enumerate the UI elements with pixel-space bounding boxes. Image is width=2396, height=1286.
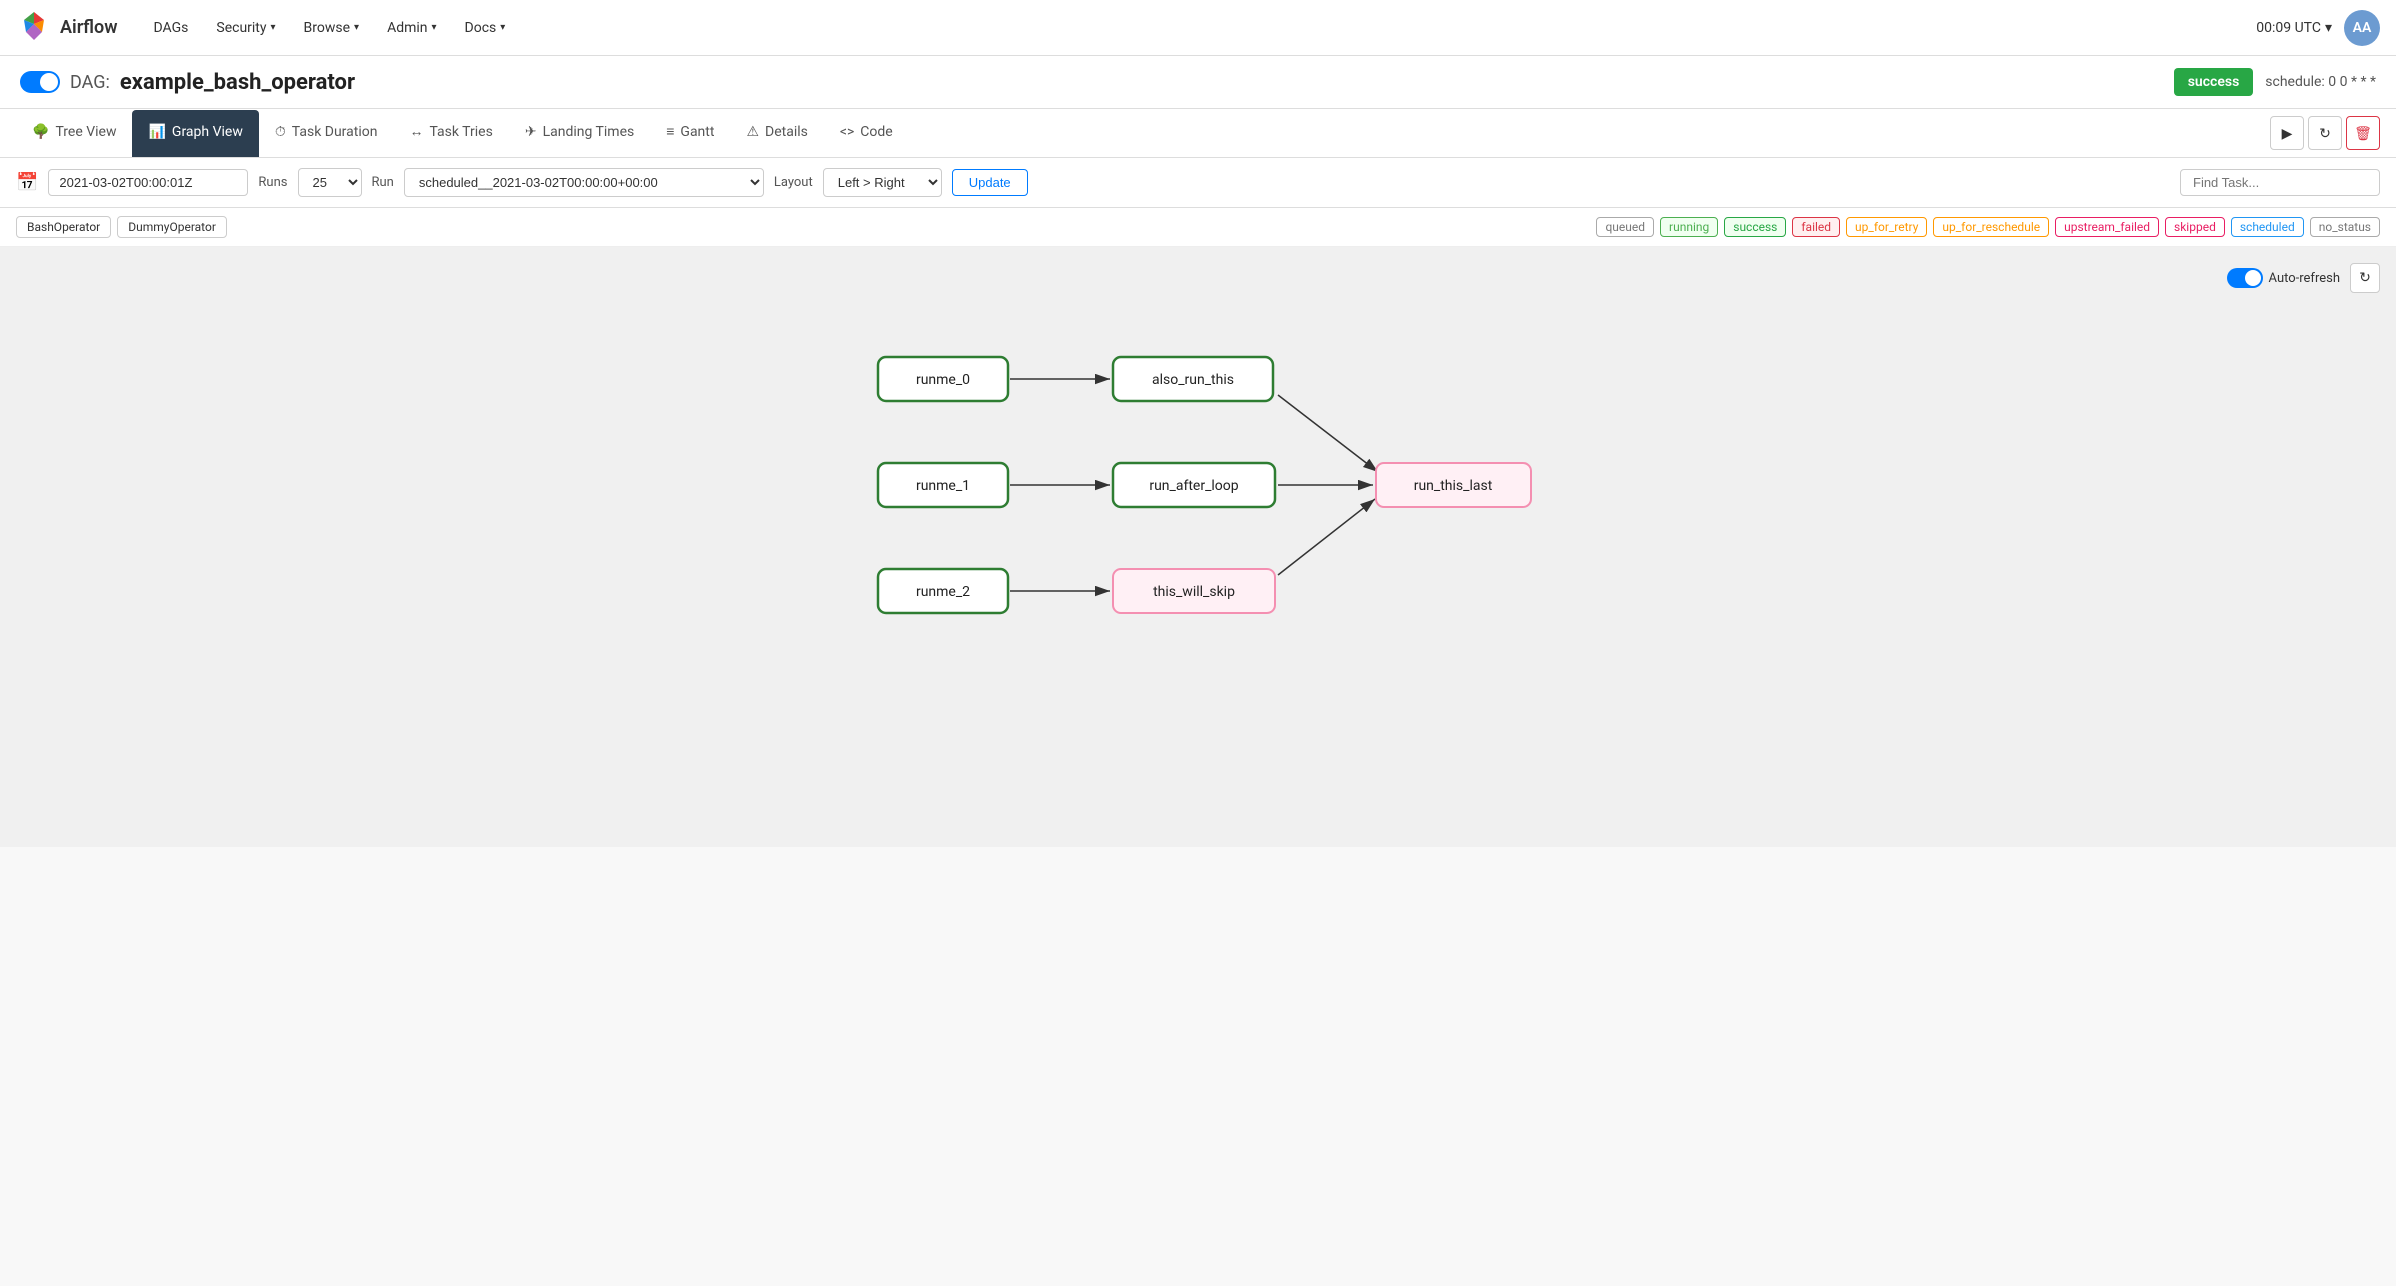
status-legend: queued running success failed up_for_ret… — [1596, 217, 2380, 237]
code-icon: <> — [840, 124, 854, 140]
time-caret-icon: ▾ — [2325, 20, 2332, 36]
header-right: success schedule: 0 0 * * * — [2174, 68, 2376, 96]
task-duration-icon: ⏱ — [275, 124, 286, 140]
delete-button[interactable]: 🗑 — [2346, 116, 2380, 150]
status-scheduled: scheduled — [2231, 217, 2304, 237]
dag-label: DAG: — [70, 72, 110, 93]
avatar[interactable]: AA — [2344, 10, 2380, 46]
run-select[interactable]: scheduled__2021-03-02T00:00:00+00:00 — [404, 168, 764, 197]
tabs-bar: 🌳 Tree View 📊 Graph View ⏱ Task Duration… — [0, 109, 2396, 158]
airflow-logo — [16, 10, 52, 46]
update-button[interactable]: Update — [952, 169, 1028, 196]
status-up-for-reschedule: up_for_reschedule — [1933, 217, 2049, 237]
graph-view-icon: 📊 — [148, 124, 165, 140]
status-success: success — [1724, 217, 1786, 237]
auto-refresh-label: Auto-refresh — [2269, 271, 2340, 286]
gantt-icon: ≡ — [666, 123, 674, 140]
status-badge: success — [2174, 68, 2254, 96]
edge-also-last — [1278, 395, 1378, 472]
tab-code[interactable]: <> Code — [824, 110, 909, 157]
details-icon: ⚠ — [746, 124, 759, 140]
layout-select[interactable]: Left > Right Top > Bottom — [823, 168, 942, 197]
graph-refresh-button[interactable]: ↻ — [2350, 263, 2380, 293]
navbar-time[interactable]: 00:09 UTC ▾ — [2256, 20, 2332, 36]
tab-landing-times[interactable]: ✈ Landing Times — [509, 110, 650, 157]
dag-name: example_bash_operator — [120, 70, 355, 95]
nav-security[interactable]: Security ▾ — [204, 14, 287, 42]
landing-times-icon: ✈ — [525, 124, 537, 140]
auto-refresh-switch[interactable] — [2227, 268, 2263, 288]
status-running: running — [1660, 217, 1718, 237]
status-no-status: no_status — [2310, 217, 2380, 237]
tab-task-tries[interactable]: ↔ Task Tries — [393, 109, 508, 157]
graph-top-right: Auto-refresh ↻ — [2227, 263, 2380, 293]
tab-tree-view[interactable]: 🌳 Tree View — [16, 110, 132, 157]
operators-legend: BashOperator DummyOperator — [16, 216, 227, 238]
brand-name: Airflow — [60, 17, 118, 38]
schedule-text: schedule: 0 0 * * * — [2265, 74, 2376, 90]
dag-toggle[interactable] — [20, 71, 60, 93]
status-failed: failed — [1792, 217, 1840, 237]
browse-caret-icon: ▾ — [354, 22, 359, 33]
label-also-run-this: also_run_this — [1152, 372, 1234, 388]
tab-graph-view[interactable]: 📊 Graph View — [132, 110, 258, 157]
dag-graph-svg: runme_0 also_run_this runme_1 run_after_… — [848, 307, 1548, 687]
page-header: DAG: example_bash_operator success sched… — [0, 56, 2396, 109]
runs-label: Runs — [258, 175, 287, 190]
admin-caret-icon: ▾ — [432, 22, 437, 33]
dag-graph-container: runme_0 also_run_this runme_1 run_after_… — [20, 307, 2376, 687]
nav-browse[interactable]: Browse ▾ — [292, 14, 372, 42]
status-queued: queued — [1596, 217, 1654, 237]
label-runme-1: runme_1 — [916, 478, 970, 494]
run-button[interactable]: ▶ — [2270, 116, 2304, 150]
navbar-right: 00:09 UTC ▾ AA — [2256, 10, 2380, 46]
runs-select[interactable]: 25 50 100 — [298, 168, 362, 197]
label-run-after-loop: run_after_loop — [1149, 478, 1238, 494]
refresh-button[interactable]: ↻ — [2308, 116, 2342, 150]
tab-details[interactable]: ⚠ Details — [730, 110, 823, 157]
status-up-for-retry: up_for_retry — [1846, 217, 1927, 237]
tab-gantt[interactable]: ≡ Gantt — [650, 109, 730, 157]
controls-bar: 📅 Runs 25 50 100 Run scheduled__2021-03-… — [0, 158, 2396, 208]
status-skipped: skipped — [2165, 217, 2225, 237]
docs-caret-icon: ▾ — [500, 22, 505, 33]
nav-admin[interactable]: Admin ▾ — [375, 14, 448, 42]
auto-refresh-toggle[interactable]: Auto-refresh — [2227, 268, 2340, 288]
dummy-operator-badge: DummyOperator — [117, 216, 227, 238]
legend-bar: BashOperator DummyOperator queued runnin… — [0, 208, 2396, 247]
graph-area: Auto-refresh ↻ runm — [0, 247, 2396, 847]
task-tries-icon: ↔ — [409, 123, 423, 140]
brand[interactable]: Airflow — [16, 10, 118, 46]
dag-title-row: DAG: example_bash_operator — [20, 70, 355, 95]
tabs-right: ▶ ↻ 🗑 — [2270, 116, 2380, 150]
navbar: Airflow DAGs Security ▾ Browse ▾ Admin ▾… — [0, 0, 2396, 56]
layout-label: Layout — [774, 175, 813, 190]
run-label: Run — [372, 175, 394, 190]
label-runme-2: runme_2 — [916, 584, 970, 600]
security-caret-icon: ▾ — [271, 22, 276, 33]
calendar-icon[interactable]: 📅 — [16, 172, 38, 193]
nav-docs[interactable]: Docs ▾ — [453, 14, 518, 42]
date-input[interactable] — [48, 169, 248, 196]
nav-items: DAGs Security ▾ Browse ▾ Admin ▾ Docs ▾ — [142, 14, 2257, 42]
edge-skip-last — [1278, 499, 1375, 575]
bash-operator-badge: BashOperator — [16, 216, 111, 238]
find-task-input[interactable] — [2180, 169, 2380, 196]
tabs-left: 🌳 Tree View 📊 Graph View ⏱ Task Duration… — [16, 109, 909, 157]
label-runme-0: runme_0 — [916, 372, 970, 388]
tree-view-icon: 🌳 — [32, 124, 49, 140]
nav-dags[interactable]: DAGs — [142, 14, 201, 42]
label-run-this-last: run_this_last — [1414, 478, 1493, 494]
tab-task-duration[interactable]: ⏱ Task Duration — [259, 110, 394, 157]
status-upstream-failed: upstream_failed — [2055, 217, 2159, 237]
label-this-will-skip: this_will_skip — [1153, 584, 1235, 600]
